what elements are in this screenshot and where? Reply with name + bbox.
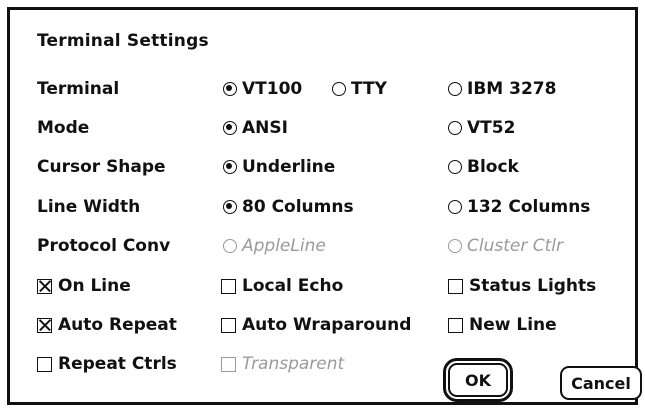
radio-appleline-label: AppleLine [242,236,326,256]
checkbox-transparent-label: Transparent [242,354,345,374]
terminal-settings-dialog: Terminal Settings Terminal VT100 TTY IBM… [7,7,642,405]
radio-132-columns[interactable]: 132 Columns [448,195,590,219]
checkbox-transparent: Transparent [221,352,344,376]
radio-vt52-label: VT52 [467,118,516,138]
radio-cluster-ctlr: Cluster Ctlr [448,234,563,258]
checkbox-repeat-ctrls-label: Repeat Ctrls [58,354,177,374]
dialog-title: Terminal Settings [37,31,209,51]
checkbox-checked-icon[interactable] [37,317,52,333]
protocol-conv-label: Protocol Conv [37,236,171,256]
radio-underline-label: Underline [242,157,336,177]
radio-ibm-3278[interactable]: IBM 3278 [448,77,556,101]
cursor-shape-row: Cursor Shape Underline Block [10,155,635,179]
radio-vt52[interactable]: VT52 [448,116,515,140]
mode-row: Mode ANSI VT52 [10,116,635,140]
radio-appleline: AppleLine [223,234,326,258]
radio-disabled-icon [448,239,462,253]
radio-unselected-icon[interactable] [448,82,462,96]
checkbox-row-3: Repeat Ctrls Transparent [10,352,635,376]
radio-vt100-label: VT100 [242,79,303,99]
radio-vt100[interactable]: VT100 [223,77,302,101]
checkbox-new-line[interactable]: New Line [448,313,557,337]
radio-unselected-icon[interactable] [448,160,462,174]
ok-button[interactable]: OK [443,358,513,402]
radio-selected-icon[interactable] [223,121,237,135]
checkbox-local-echo[interactable]: Local Echo [221,274,343,298]
radio-disabled-icon [223,239,237,253]
radio-ansi[interactable]: ANSI [223,116,288,140]
checkbox-disabled-icon [221,356,236,372]
checkbox-auto-repeat[interactable]: Auto Repeat [37,313,177,337]
mode-label: Mode [37,118,90,138]
checkbox-on-line-label: On Line [58,276,131,296]
checkbox-row-2: Auto Repeat Auto Wraparound New Line [10,313,635,337]
radio-selected-icon[interactable] [223,160,237,174]
checkbox-auto-repeat-label: Auto Repeat [58,315,177,335]
radio-tty[interactable]: TTY [332,77,387,101]
radio-80-columns[interactable]: 80 Columns [223,195,354,219]
radio-tty-label: TTY [351,79,387,99]
radio-132-columns-label: 132 Columns [467,197,591,217]
checkbox-unchecked-icon[interactable] [221,278,236,294]
radio-unselected-icon[interactable] [332,82,346,96]
terminal-row: Terminal VT100 TTY IBM 3278 [10,77,635,101]
checkbox-unchecked-icon[interactable] [448,317,463,333]
radio-block[interactable]: Block [448,155,519,179]
line-width-row: Line Width 80 Columns 132 Columns [10,195,635,219]
checkbox-auto-wraparound-label: Auto Wraparound [242,315,412,335]
checkbox-status-lights[interactable]: Status Lights [448,274,596,298]
radio-80-columns-label: 80 Columns [242,197,354,217]
radio-selected-icon[interactable] [223,200,237,214]
radio-selected-icon[interactable] [223,82,237,96]
radio-ibm-3278-label: IBM 3278 [467,79,557,99]
checkbox-new-line-label: New Line [469,315,557,335]
checkbox-row-1: On Line Local Echo Status Lights [10,274,635,298]
radio-cluster-ctlr-label: Cluster Ctlr [467,236,563,256]
checkbox-status-lights-label: Status Lights [469,276,597,296]
checkbox-checked-icon[interactable] [37,278,52,294]
checkbox-repeat-ctrls[interactable]: Repeat Ctrls [37,352,177,376]
protocol-conv-row: Protocol Conv AppleLine Cluster Ctlr [10,234,635,258]
radio-unselected-icon[interactable] [448,200,462,214]
checkbox-auto-wraparound[interactable]: Auto Wraparound [221,313,411,337]
checkbox-unchecked-icon[interactable] [221,317,236,333]
checkbox-on-line[interactable]: On Line [37,274,131,298]
radio-underline[interactable]: Underline [223,155,335,179]
checkbox-local-echo-label: Local Echo [242,276,344,296]
radio-unselected-icon[interactable] [448,121,462,135]
radio-ansi-label: ANSI [242,118,288,138]
radio-block-label: Block [467,157,519,177]
line-width-label: Line Width [37,197,141,217]
cursor-shape-label: Cursor Shape [37,157,166,177]
checkbox-unchecked-icon[interactable] [448,278,463,294]
checkbox-unchecked-icon[interactable] [37,356,52,372]
terminal-label: Terminal [37,79,120,99]
cancel-button[interactable]: Cancel [560,366,642,400]
